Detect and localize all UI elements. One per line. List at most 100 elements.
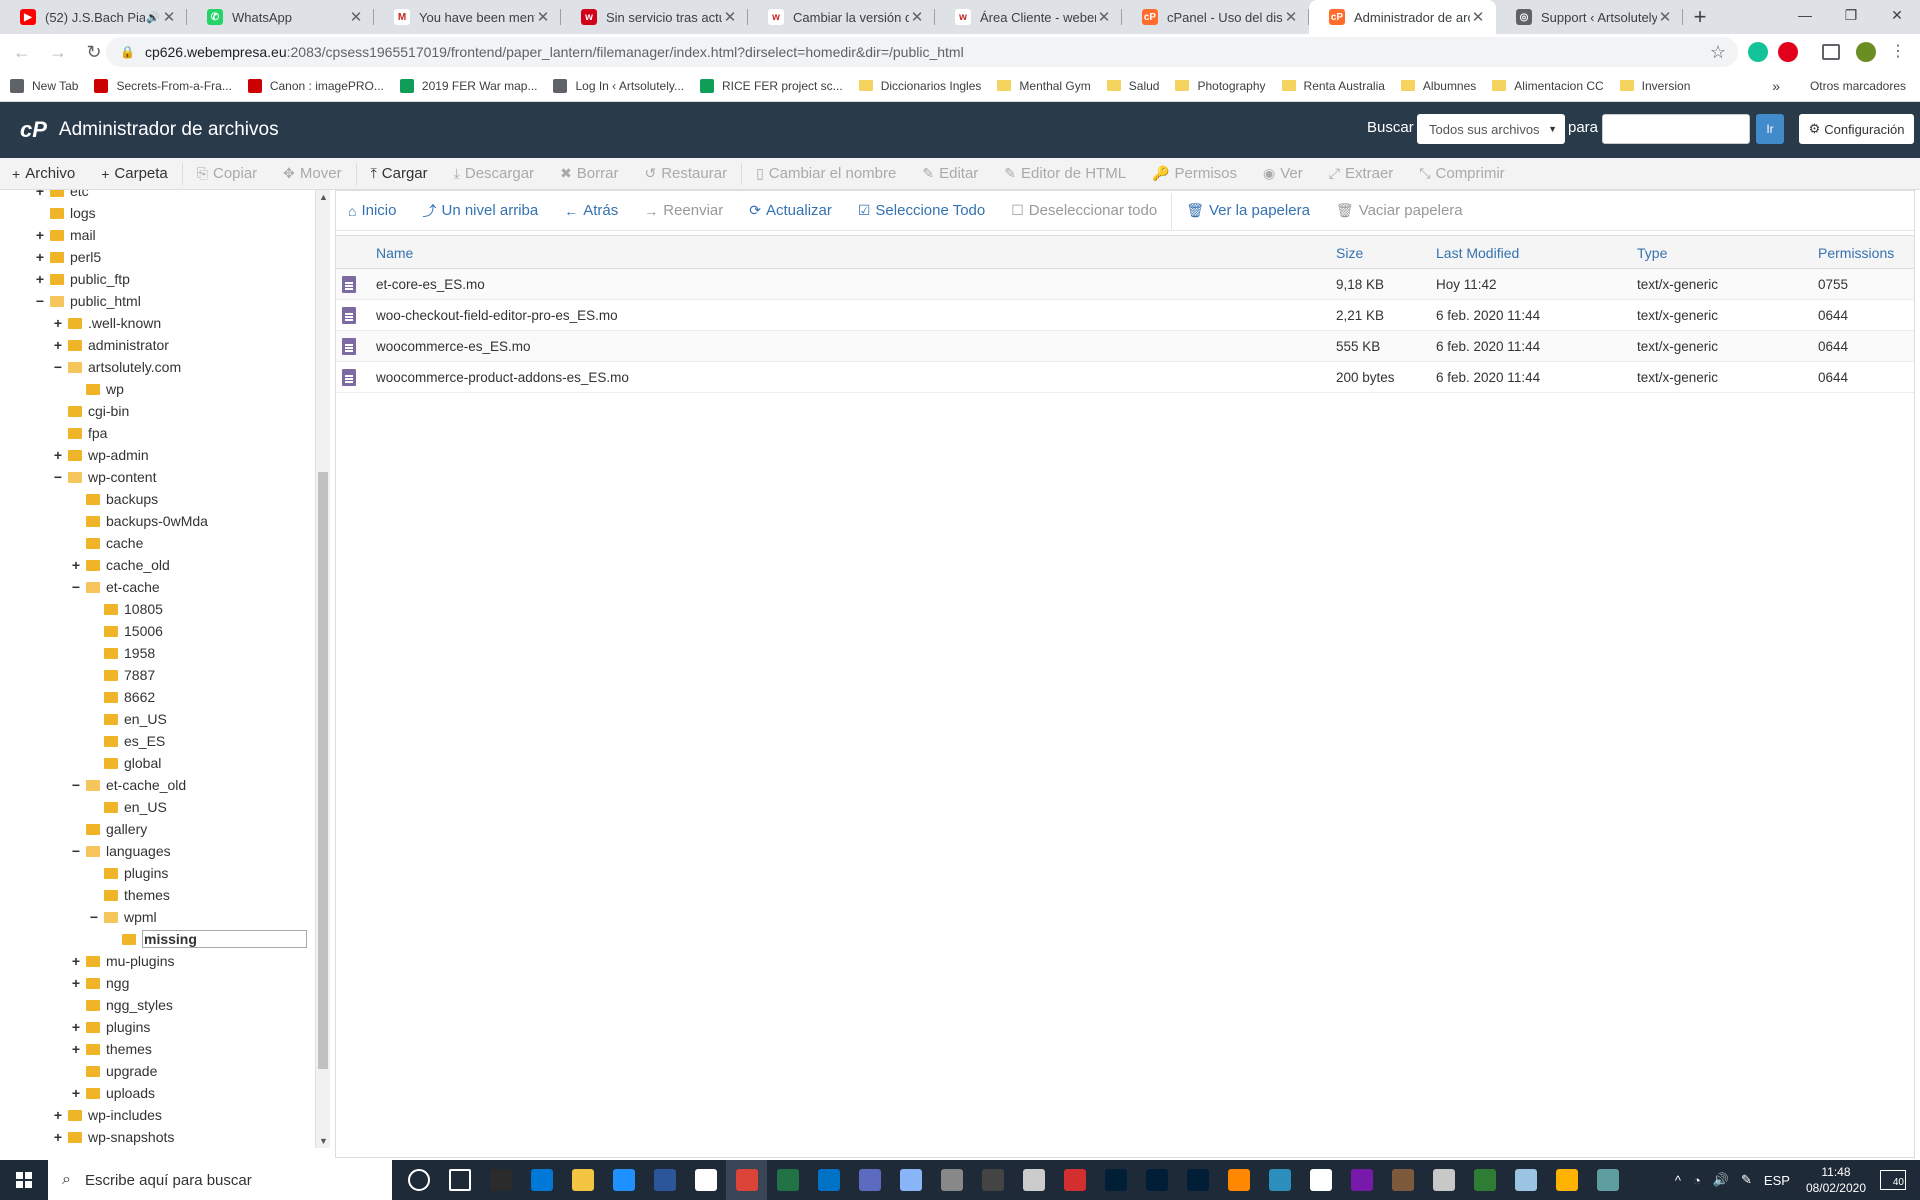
taskbar-app-icon[interactable] — [726, 1160, 767, 1200]
toolbar-editor-de-html-button[interactable]: ✎ Editor de HTML — [1004, 165, 1126, 182]
expand-icon[interactable]: + — [70, 557, 82, 573]
toolbar-carpeta-button[interactable]: + Carpeta — [101, 165, 168, 182]
bookmark-item[interactable]: RICE FER project sc... — [699, 78, 843, 93]
tree-item[interactable]: + themes — [70, 1038, 152, 1060]
taskbar-app-icon[interactable] — [685, 1160, 726, 1200]
nav-vaciar-papelera-button[interactable]: 🗑 Vaciar papelera — [1336, 202, 1463, 219]
tree-item[interactable]: logs — [34, 202, 96, 224]
expand-icon[interactable]: + — [52, 337, 64, 353]
taskbar-app-icon[interactable] — [1464, 1160, 1505, 1200]
column-size[interactable]: Size — [1336, 245, 1363, 261]
tree-item[interactable]: − et-cache_old — [70, 774, 186, 796]
minimize-button[interactable]: — — [1782, 0, 1828, 30]
close-tab-icon[interactable]: ✕ — [535, 8, 551, 26]
bookmark-item[interactable]: Inversion — [1619, 79, 1690, 93]
tree-item[interactable]: + etc — [34, 190, 89, 202]
collapse-icon[interactable]: − — [70, 777, 82, 793]
taskbar-app-icon[interactable] — [1177, 1160, 1218, 1200]
close-tab-icon[interactable]: ✕ — [161, 8, 177, 26]
tree-item[interactable]: − wp-content — [52, 466, 157, 488]
bookmark-item[interactable]: Secrets-From-a-Fra... — [94, 78, 232, 93]
toolbar-ver-button[interactable]: ◉ Ver — [1263, 165, 1303, 182]
toolbar-cambiar-el-nombre-button[interactable]: ▯ Cambiar el nombre — [756, 165, 896, 182]
nav-reenviar-button[interactable]: → Reenviar — [644, 202, 723, 219]
file-row[interactable]: et-core-es_ES.mo 9,18 KB Hoy 11:42 text/x-g… — [336, 269, 1914, 300]
expand-icon[interactable]: + — [70, 1085, 82, 1101]
tab-audio-icon[interactable]: 🔊 — [145, 11, 161, 24]
expand-icon[interactable]: + — [52, 447, 64, 463]
other-bookmarks[interactable]: Otros marcadores — [1802, 79, 1906, 93]
tree-item[interactable]: − artsolutely.com — [52, 356, 181, 378]
tree-item[interactable]: + mu-plugins — [70, 950, 175, 972]
close-tab-icon[interactable]: ✕ — [722, 8, 738, 26]
expand-icon[interactable]: + — [70, 1019, 82, 1035]
tree-item[interactable]: − languages — [70, 840, 171, 862]
tree-item[interactable]: + wp-snapshots — [52, 1126, 174, 1148]
close-tab-icon[interactable]: ✕ — [1283, 8, 1299, 26]
collapse-icon[interactable]: − — [70, 843, 82, 859]
language-indicator[interactable]: ESP — [1764, 1173, 1790, 1188]
bookmark-item[interactable]: Menthal Gym — [997, 79, 1091, 93]
collapse-icon[interactable]: − — [52, 469, 64, 485]
collapse-icon[interactable]: − — [88, 909, 100, 925]
close-tab-icon[interactable]: ✕ — [909, 8, 925, 26]
bookmark-item[interactable]: Log In ‹ Artsolutely... — [553, 78, 684, 93]
column-permissions[interactable]: Permissions — [1818, 245, 1894, 261]
tree-item[interactable]: plugins — [88, 862, 168, 884]
bookmark-item[interactable]: Diccionarios Ingles — [858, 79, 981, 93]
tree-item[interactable]: + perl5 — [34, 246, 101, 268]
scroll-down-icon[interactable]: ▼ — [319, 1136, 328, 1146]
clock[interactable]: 11:48 08/02/2020 — [1806, 1164, 1866, 1196]
tree-item[interactable]: 8662 — [88, 686, 155, 708]
browser-tab[interactable]: w Cambiar la versión de P✕ — [748, 0, 935, 34]
bookmark-item[interactable]: New Tab — [10, 78, 78, 93]
nav-ver-la-papelera-button[interactable]: 🗑 Ver la papelera — [1186, 202, 1310, 219]
notifications-icon[interactable]: 40 — [1880, 1170, 1906, 1190]
tree-item[interactable]: + public_ftp — [34, 268, 130, 290]
bookmark-item[interactable]: Alimentacion CC — [1492, 79, 1604, 93]
taskbar-app-icon[interactable] — [1218, 1160, 1259, 1200]
tree-item[interactable]: + ngg — [70, 972, 129, 994]
browser-tab[interactable]: cP Administrador de archi✕ — [1309, 0, 1496, 34]
bookmark-item[interactable]: Renta Australia — [1281, 79, 1385, 93]
taskbar-app-icon[interactable] — [849, 1160, 890, 1200]
expand-icon[interactable]: + — [70, 975, 82, 991]
taskbar-app-icon[interactable] — [1505, 1160, 1546, 1200]
start-button[interactable] — [0, 1160, 48, 1200]
taskbar-app-icon[interactable] — [562, 1160, 603, 1200]
tray-icon[interactable]: ^ — [1675, 1173, 1681, 1188]
tree-item[interactable]: ngg_styles — [70, 994, 173, 1016]
toolbar-comprimir-button[interactable]: ⤡ Comprimir — [1419, 165, 1504, 182]
forward-button[interactable]: → — [44, 38, 72, 66]
tree-item[interactable]: + cache_old — [70, 554, 170, 576]
address-bar[interactable]: 🔒 cp626.webempresa.eu:2083/cpsess1965517… — [106, 37, 1738, 67]
tree-item[interactable]: − public_html — [34, 290, 141, 312]
taskbar-app-icon[interactable] — [1382, 1160, 1423, 1200]
opera-extension-icon[interactable] — [1778, 42, 1798, 62]
tree-item[interactable]: wp — [70, 378, 124, 400]
taskbar-app-icon[interactable] — [890, 1160, 931, 1200]
toolbar-archivo-button[interactable]: + Archivo — [12, 165, 75, 182]
tree-item[interactable]: themes — [88, 884, 170, 906]
browser-tab[interactable]: ▶ (52) J.S.Bach Piano🔊✕ — [0, 0, 187, 34]
file-row[interactable]: woocommerce-product-addons-es_ES.mo 200 b… — [336, 362, 1914, 393]
taskbar-app-icon[interactable] — [1013, 1160, 1054, 1200]
tree-item[interactable]: missing — [106, 928, 307, 950]
tree-item[interactable]: 7887 — [88, 664, 155, 686]
search-scope-select[interactable]: Todos sus archivos ▼ — [1417, 114, 1565, 144]
grammarly-extension-icon[interactable] — [1748, 42, 1768, 62]
tree-item[interactable]: en_US — [88, 708, 167, 730]
close-tab-icon[interactable]: ✕ — [1096, 8, 1112, 26]
cpanel-logo-icon[interactable]: cP — [20, 117, 47, 143]
tree-item[interactable]: cache — [70, 532, 143, 554]
bookmark-item[interactable]: Photography — [1175, 79, 1266, 93]
taskbar-app-icon[interactable] — [1423, 1160, 1464, 1200]
tree-item[interactable]: backups-0wMda — [70, 510, 208, 532]
browser-menu-icon[interactable]: ⋮ — [1890, 42, 1906, 62]
tree-item[interactable]: backups — [70, 488, 158, 510]
taskbar-app-icon[interactable] — [1341, 1160, 1382, 1200]
tree-item[interactable]: + mail — [34, 224, 96, 246]
tray-icon[interactable]: 🔊 — [1713, 1172, 1729, 1188]
column-name[interactable]: Name — [376, 245, 413, 261]
taskbar-app-icon[interactable] — [931, 1160, 972, 1200]
